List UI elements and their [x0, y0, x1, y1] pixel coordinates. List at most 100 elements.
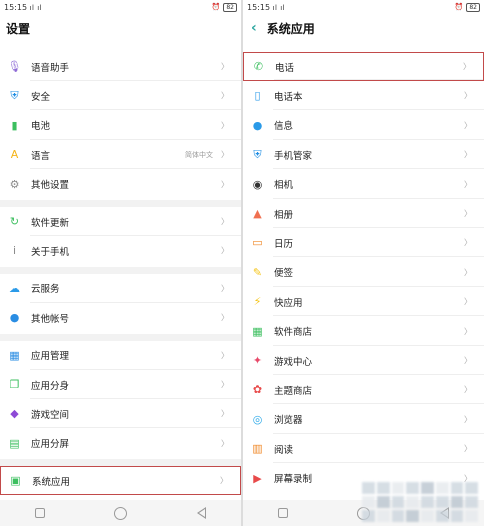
list-item-label: 应用分屏 — [31, 439, 70, 451]
list-item[interactable]: ✎ 便签 〉 — [243, 258, 484, 287]
store-icon: ▦ — [252, 324, 263, 338]
list-item[interactable]: ▯ 电话本 〉 — [243, 81, 484, 111]
chevron-right-icon: 〉 — [464, 179, 472, 189]
list-item[interactable]: ↻ 软件更新 〉 — [0, 207, 241, 236]
section-gap — [0, 266, 241, 274]
alarm-icon: ⏰ — [454, 3, 464, 11]
header: ‹ 系统应用 — [243, 14, 484, 42]
chevron-right-icon: 〉 — [464, 209, 472, 218]
list-item-label: 浏览器 — [274, 415, 303, 427]
split-screen-icon: ▤ — [9, 436, 20, 450]
chevron-right-icon: 〉 — [220, 476, 228, 486]
chevron-right-icon: 〉 — [464, 444, 472, 454]
battery-icon: ▮ — [11, 118, 18, 132]
recent-apps-button[interactable] — [34, 508, 45, 518]
shield-icon: ⛨ — [253, 147, 262, 161]
list-item-label: 其他设置 — [31, 180, 70, 192]
list-item[interactable]: ❐ 应用分身 〉 — [0, 370, 241, 399]
recent-apps-button[interactable] — [277, 508, 288, 518]
back-button[interactable] — [197, 507, 207, 519]
list-item[interactable]: ✿ 主题商店 〉 — [243, 375, 484, 405]
note-icon: ✎ — [252, 265, 263, 279]
row-divider — [274, 79, 483, 80]
chevron-right-icon: 〉 — [221, 150, 229, 160]
list-item-label: 语音助手 — [31, 62, 70, 74]
status-time: 15:15 — [247, 2, 271, 12]
back-chevron-icon[interactable]: ‹ — [251, 20, 257, 36]
chevron-right-icon: 〉 — [464, 326, 472, 336]
page-title: 系统应用 — [266, 21, 315, 36]
list-item[interactable]: ▲ 相册 〉 — [243, 199, 484, 228]
list-item[interactable]: ◉ 相机 〉 — [243, 170, 484, 199]
list-item[interactable]: A 语言 简体中文〉 — [0, 140, 241, 170]
gear-icon: ⚙ — [9, 177, 20, 191]
home-button[interactable] — [114, 506, 128, 520]
section-gap — [0, 333, 241, 341]
list-item-label: 软件商店 — [274, 327, 313, 339]
chevron-right-icon: 〉 — [221, 91, 229, 101]
list-item-label: 手机管家 — [274, 150, 313, 162]
signal-icon: ıl ıl — [272, 3, 286, 12]
battery-indicator: 82 — [466, 2, 480, 12]
chevron-right-icon: 〉 — [464, 238, 472, 248]
list-item[interactable]: ◆ 游戏空间 〉 — [0, 399, 241, 429]
status-time: 15:15 — [4, 2, 28, 12]
page-title: 设置 — [6, 21, 31, 36]
list-item-label: 信息 — [274, 121, 294, 133]
section-gap — [0, 459, 241, 467]
list-item-label: 日历 — [274, 238, 294, 250]
chevron-right-icon: 〉 — [221, 283, 229, 293]
list-item[interactable]: ▦ 应用管理 〉 — [0, 341, 241, 370]
chevron-right-icon: 〉 — [464, 267, 472, 277]
list-item[interactable]: ● 信息 〉 — [243, 111, 484, 140]
list-item-label: 应用分身 — [31, 380, 70, 392]
blurred-watermark — [362, 482, 478, 522]
list-item-label: 安全 — [31, 91, 51, 103]
list-item[interactable]: ● 其他帐号 〉 — [0, 303, 241, 332]
list-item[interactable]: i 关于手机 〉 — [0, 236, 241, 265]
list-item[interactable]: ▦ 软件商店 〉 — [243, 317, 484, 346]
list-item[interactable]: ▣ 系统应用 〉 — [0, 466, 241, 496]
section-gap — [0, 200, 241, 207]
list-item-label: 相机 — [274, 180, 294, 192]
theme-store-icon: ✿ — [252, 383, 263, 397]
clone-icon: ❐ — [9, 378, 20, 391]
list-item-label: 其他帐号 — [31, 313, 70, 325]
chevron-right-icon: 〉 — [221, 380, 229, 389]
list-item-label: 系统应用 — [32, 476, 71, 488]
list-item[interactable]: 🎙 语音助手 〉 — [0, 52, 241, 81]
calendar-icon: ▭ — [252, 236, 263, 250]
list-item[interactable]: ⛨ 手机管家 〉 — [243, 140, 484, 170]
chevron-right-icon: 〉 — [464, 297, 472, 307]
list-item-label: 游戏中心 — [274, 356, 313, 368]
user-icon: ● — [9, 311, 20, 325]
chevron-right-icon: 〉 — [464, 150, 472, 160]
list-item[interactable]: ▥ 阅读 〉 — [243, 434, 484, 464]
chevron-right-icon: 〉 — [221, 350, 229, 360]
list-item-label: 语言 — [31, 150, 51, 162]
list-item[interactable]: ✆ 电话 〉 — [243, 52, 484, 81]
cloud-icon: ☁ — [9, 281, 20, 295]
system-apps-screen: 15:15 ıl ıl ⏰ 82 ‹ 系统应用 ✆ 电话〉 ▯ 电话本〉 ● 信息〉 ⛨ 手机… — [243, 0, 484, 526]
list-item[interactable]: ▮ 电池 〉 — [0, 111, 241, 140]
list-item[interactable]: ⛨ 安全 〉 — [0, 81, 241, 111]
list-item[interactable]: ⚙ 其他设置 〉 — [0, 170, 241, 199]
list-item-label: 阅读 — [274, 444, 294, 456]
list-item-label: 相册 — [274, 209, 294, 221]
game-center-icon: ✦ — [252, 354, 263, 367]
list-item-label: 云服务 — [31, 284, 60, 296]
gallery-icon: ▲ — [253, 207, 262, 220]
list-item[interactable]: ✦ 游戏中心 〉 — [243, 346, 484, 375]
list-item[interactable]: ☁ 云服务 〉 — [0, 274, 241, 303]
list-item-label: 主题商店 — [274, 385, 313, 397]
list-item[interactable]: ▭ 日历 〉 — [243, 228, 484, 258]
signal-icon: ıl ıl — [29, 3, 43, 12]
update-icon: ↻ — [9, 215, 20, 228]
list-item-label: 电池 — [31, 121, 51, 133]
settings-screen: 15:15 ıl ıl ⏰ 82 设置 🎙 语音助手〉 ⛨ 安全〉 ▮ 电池〉 A 语言 简体中… — [0, 0, 241, 526]
contacts-icon: ▯ — [254, 89, 261, 103]
list-item[interactable]: ▤ 应用分屏 〉 — [0, 429, 241, 458]
list-item[interactable]: ⚡ 快应用 〉 — [243, 287, 484, 317]
list-item[interactable]: ◎ 浏览器 〉 — [243, 405, 484, 434]
app-grid-icon: ▦ — [9, 348, 20, 362]
